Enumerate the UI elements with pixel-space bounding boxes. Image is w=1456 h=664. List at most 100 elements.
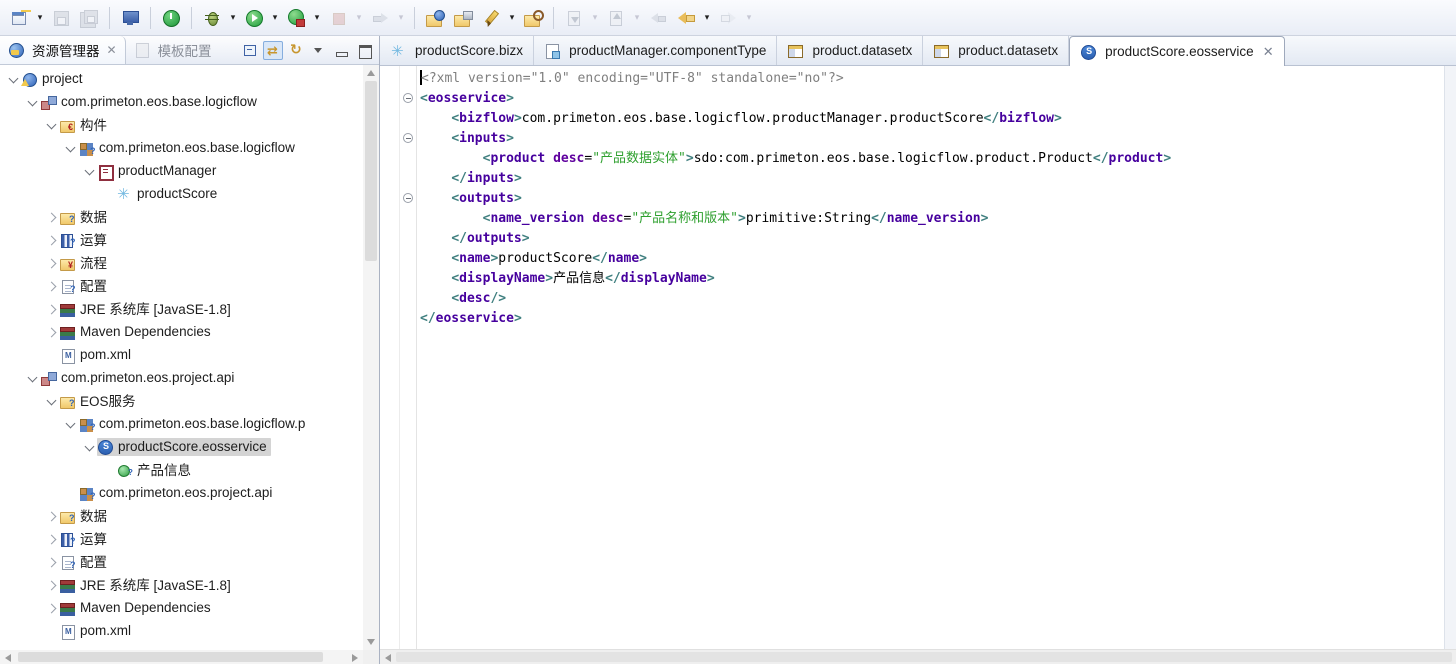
tree-vscroll-thumb[interactable] (365, 81, 377, 261)
editor-tab-productManager-componentType[interactable]: productManager.componentType (534, 36, 777, 65)
back-dropdown-caret[interactable]: ▾ (701, 12, 713, 23)
fold-collapse-icon[interactable] (403, 93, 413, 103)
tree-item[interactable]: 配置 (0, 274, 363, 297)
fold-collapse-icon[interactable] (403, 193, 413, 203)
scroll-up-arrow[interactable] (367, 70, 375, 76)
close-editor-tab-icon[interactable]: ✕ (1263, 44, 1274, 60)
tree-item[interactable]: 运算 (0, 527, 363, 550)
view-tab-label: 资源管理器 (32, 40, 100, 60)
editor-tab-product-datasetx[interactable]: product.datasetx (923, 36, 1069, 65)
tree-item[interactable]: com.primeton.eos.base.logicflow (0, 90, 363, 113)
view-tab-resource-explorer[interactable]: 资源管理器 ✕ (0, 36, 126, 64)
tree-item[interactable]: 运算 (0, 228, 363, 251)
run-button[interactable] (241, 5, 267, 31)
tree-item[interactable]: Maven Dependencies (0, 596, 363, 619)
editor-hscroll-thumb[interactable] (396, 652, 1452, 662)
tree-item[interactable]: project (0, 67, 363, 90)
open-folder-button[interactable] (450, 5, 476, 31)
view-menu-button[interactable] (309, 41, 329, 60)
tree-expander-collapsed-icon[interactable] (44, 601, 59, 615)
editor-tab-product-datasetx[interactable]: product.datasetx (777, 36, 923, 65)
open-eos-perspective-button[interactable] (422, 5, 448, 31)
tree-item[interactable]: pom.xml (0, 343, 363, 366)
tree-expander-expanded-icon[interactable] (6, 72, 21, 86)
tree-item-label: com.primeton.eos.base.logicflow.p (97, 415, 309, 433)
view-tab-template-config[interactable]: 模板配置 (126, 36, 220, 64)
search-folder-button[interactable] (520, 5, 546, 31)
run-dropdown-caret[interactable]: ▾ (269, 12, 281, 23)
collapse-all-button[interactable] (240, 41, 260, 60)
tree-vertical-scrollbar[interactable] (363, 65, 379, 650)
tree-expander-expanded-icon[interactable] (25, 371, 40, 385)
start-server-button[interactable] (158, 5, 184, 31)
tree-expander-expanded-icon[interactable] (82, 440, 97, 454)
new-wizard-dropdown-caret[interactable]: ▾ (34, 12, 46, 23)
save-icon (51, 8, 71, 28)
tree-item[interactable]: JRE 系统库 [JavaSE-1.8] (0, 573, 363, 596)
tree-item[interactable]: com.primeton.eos.project.api (0, 481, 363, 504)
tree-item-content: 配置 (59, 274, 111, 297)
console-button[interactable] (117, 5, 143, 31)
xml-source-editor[interactable]: <?xml version="1.0" encoding="UTF-8" sta… (417, 66, 1444, 649)
save-all-button (76, 5, 102, 31)
run-config-button[interactable] (283, 5, 309, 31)
tree-hscroll-thumb[interactable] (18, 652, 323, 662)
check-in-button (561, 5, 587, 31)
debug-dropdown-caret[interactable]: ▾ (227, 12, 239, 23)
tree-expander-expanded-icon[interactable] (63, 417, 78, 431)
tree-horizontal-scrollbar[interactable] (0, 650, 363, 664)
tree-expander-collapsed-icon[interactable] (44, 555, 59, 569)
debug-button[interactable] (199, 5, 225, 31)
tree-expander-collapsed-icon[interactable] (44, 233, 59, 247)
back-button[interactable] (673, 5, 699, 31)
editor-scroll-left-arrow[interactable] (385, 654, 391, 662)
highlight-pen-dropdown-caret[interactable]: ▾ (506, 12, 518, 23)
tree-item[interactable]: productManager (0, 159, 363, 182)
minimize-button[interactable] (332, 41, 352, 60)
tree-item[interactable]: 构件 (0, 113, 363, 136)
refresh-button[interactable] (286, 41, 306, 60)
tree-item[interactable]: JRE 系统库 [JavaSE-1.8] (0, 297, 363, 320)
editor-tab-productScore-eosservice[interactable]: productScore.eosservice✕ (1069, 36, 1284, 66)
tree-item[interactable]: productScore.eosservice (0, 435, 363, 458)
tree-expander-expanded-icon[interactable] (63, 141, 78, 155)
tree-item[interactable]: 数据 (0, 205, 363, 228)
tree-expander-collapsed-icon[interactable] (44, 256, 59, 270)
tree-item[interactable]: 产品信息 (0, 458, 363, 481)
tree-expander-expanded-icon[interactable] (82, 164, 97, 178)
tree-expander-expanded-icon[interactable] (44, 394, 59, 408)
highlight-pen-button[interactable] (478, 5, 504, 31)
tree-item[interactable]: com.primeton.eos.base.logicflow (0, 136, 363, 159)
tree-item[interactable]: Maven Dependencies (0, 320, 363, 343)
tree-item[interactable]: pom.xml (0, 619, 363, 642)
tree-expander-collapsed-icon[interactable] (44, 279, 59, 293)
scroll-left-arrow[interactable] (5, 654, 11, 662)
tree-item[interactable]: 数据 (0, 504, 363, 527)
maximize-button[interactable] (355, 41, 375, 60)
tree-expander-collapsed-icon[interactable] (44, 325, 59, 339)
tree-item[interactable]: com.primeton.eos.project.api (0, 366, 363, 389)
editor-tab-productScore-bizx[interactable]: productScore.bizx (380, 36, 534, 65)
tree-item[interactable]: 配置 (0, 550, 363, 573)
tree-expander-collapsed-icon[interactable] (44, 210, 59, 224)
tree-item[interactable]: com.primeton.eos.base.logicflow.p (0, 412, 363, 435)
tree-item[interactable]: productScore (0, 182, 363, 205)
scroll-down-arrow[interactable] (367, 639, 375, 645)
close-view-tab-icon[interactable]: ✕ (107, 43, 117, 57)
run-config-dropdown-caret[interactable]: ▾ (311, 12, 323, 23)
tree-expander-collapsed-icon[interactable] (44, 578, 59, 592)
tree-expander-collapsed-icon[interactable] (44, 302, 59, 316)
scroll-right-arrow[interactable] (352, 654, 358, 662)
new-wizard-button[interactable] (6, 5, 32, 31)
tree-item[interactable]: EOS服务 (0, 389, 363, 412)
config-doc-icon (59, 554, 77, 570)
pom-icon (59, 347, 77, 363)
tree-expander-collapsed-icon[interactable] (44, 532, 59, 546)
tree-expander-expanded-icon[interactable] (44, 118, 59, 132)
tree-expander-expanded-icon[interactable] (25, 95, 40, 109)
editor-horizontal-scrollbar[interactable] (380, 649, 1456, 664)
link-with-editor-button[interactable] (263, 41, 283, 60)
tree-expander-collapsed-icon[interactable] (44, 509, 59, 523)
tree-item[interactable]: 流程 (0, 251, 363, 274)
fold-collapse-icon[interactable] (403, 133, 413, 143)
